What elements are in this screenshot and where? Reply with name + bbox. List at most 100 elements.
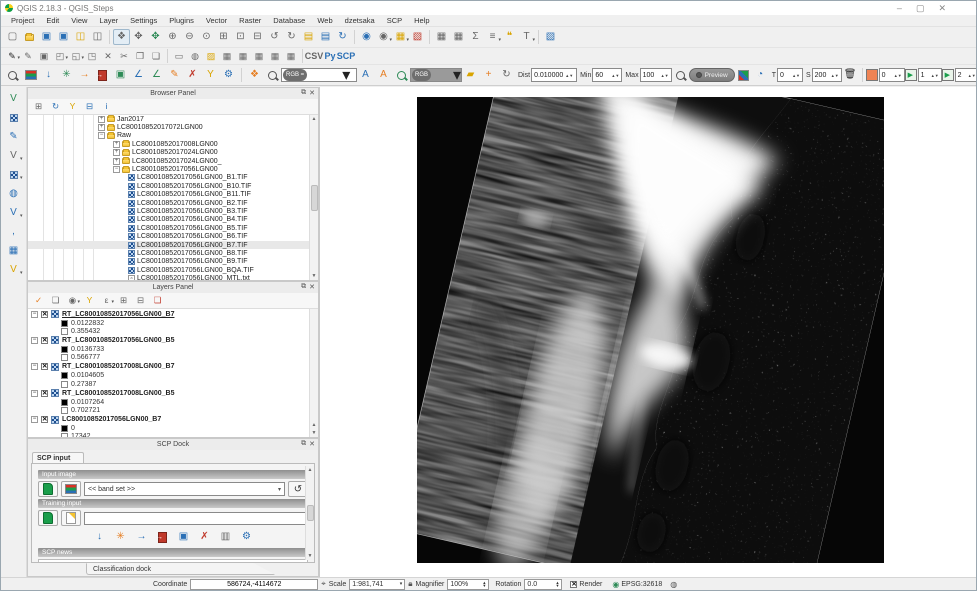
band-set-combo[interactable]: << band set >> ▾ — [84, 482, 285, 496]
plugin-generic-button[interactable]: ▭ — [171, 49, 187, 63]
zoom-to-selection-button[interactable]: ⊡ — [232, 29, 249, 45]
download-images-button[interactable]: ↓ — [40, 67, 57, 83]
tree-expander-icon[interactable]: − — [31, 311, 38, 318]
training-input-field[interactable] — [84, 512, 308, 525]
grid-tool-5-button[interactable]: ▦ — [283, 49, 299, 63]
filter-legend-button[interactable]: Y — [82, 294, 97, 307]
image-plugin-button[interactable]: ▨ — [203, 49, 219, 63]
save-signatures-button[interactable]: ▣ — [112, 67, 129, 83]
collapse-all-layers-button[interactable]: ⊟ — [133, 294, 148, 307]
menu-layer[interactable]: Layer — [93, 16, 124, 25]
open-training-input-button[interactable] — [38, 510, 58, 526]
tree-expander-icon[interactable]: − — [31, 416, 38, 423]
scatter-plot-button[interactable]: ∠ — [148, 67, 165, 83]
browser-item[interactable]: LC80010852017056LGN00_B6.TIF — [28, 232, 318, 240]
save-training-input-button[interactable]: ▣ — [175, 529, 192, 545]
layer-group[interactable]: −✕RT_LC80010852017008LGN00_B50.01072640.… — [28, 388, 318, 414]
layer-name[interactable]: LC80010852017056LGN00_B7 — [62, 416, 161, 423]
menu-vector[interactable]: Vector — [200, 16, 233, 25]
menu-dzetsaka[interactable]: dzetsaka — [339, 16, 381, 25]
signature-tools-button[interactable]: ✗ — [196, 529, 213, 545]
touch-zoom-pan-button[interactable]: ❖ — [113, 29, 130, 45]
scp-plugin-button[interactable]: SCP — [338, 49, 354, 63]
python-console-button[interactable]: Py — [322, 49, 338, 63]
tree-expander-icon[interactable]: + — [98, 116, 105, 123]
add-wcs-layer-button[interactable]: V▾ — [5, 205, 23, 221]
tree-expander-icon[interactable]: + — [98, 124, 105, 131]
browser-item[interactable]: LC80010852017056LGN00_B10.TIF — [28, 182, 318, 190]
preview-zoom-button[interactable] — [672, 67, 689, 83]
open-attribute-table-button[interactable]: ▦ — [433, 29, 450, 45]
rgb-band-combo-2[interactable]: RGB ▾ — [410, 68, 462, 82]
tab-scp-input[interactable]: SCP input — [32, 452, 84, 463]
browser-item[interactable]: +Jan2017 — [28, 115, 318, 123]
browser-item[interactable]: LC80010852017056LGN00_B8.TIF — [28, 249, 318, 257]
browser-item[interactable]: aLC80010852017056LGN00_MTL.txt — [28, 274, 318, 280]
add-feature-button[interactable]: ◰▾ — [52, 49, 68, 63]
class-0-spinner[interactable]: 0▲▼ — [866, 68, 905, 82]
min-spinner[interactable]: 60▲▼ — [592, 68, 622, 82]
new-shapefile-layer-button[interactable]: V — [5, 91, 23, 107]
browser-item[interactable]: LC80010852017056LGN00_B9.TIF — [28, 258, 318, 266]
stretch-stddev-button[interactable]: A — [375, 67, 392, 83]
tree-expander-icon[interactable]: − — [31, 390, 38, 397]
menu-plugins[interactable]: Plugins — [163, 16, 200, 25]
tab-classification-dock[interactable]: Classification dock — [86, 563, 276, 575]
rotation-spinner[interactable]: 0.0 ▲▼ — [524, 579, 562, 590]
save-project-button[interactable]: ▣ — [38, 29, 55, 45]
browser-item[interactable]: LC80010852017056LGN00_B3.TIF — [28, 207, 318, 215]
preview-button[interactable]: Preview — [689, 68, 735, 82]
menu-database[interactable]: Database — [267, 16, 311, 25]
tree-expander-icon[interactable]: + — [113, 141, 120, 148]
select-features-button[interactable]: ▦▾ — [392, 29, 409, 45]
class-2-spinner[interactable]: 2▲▼ — [942, 68, 976, 82]
refresh-map-button[interactable]: ↻ — [334, 29, 351, 45]
close-panel-icon[interactable]: ✕ — [309, 89, 315, 97]
layer-group[interactable]: −✕RT_LC80010852017008LGN00_B70.01046050.… — [28, 362, 318, 388]
browser-item[interactable]: LC80010852017056LGN00_B7.TIF — [28, 241, 318, 249]
filter-browser-button[interactable]: Y — [65, 100, 80, 113]
algorithm-settings-button[interactable]: ⚙ — [220, 67, 237, 83]
mouse-position-icon[interactable]: ⌖ — [321, 579, 326, 589]
float-panel-icon[interactable]: ⧉ — [301, 89, 306, 97]
zoom-last-button[interactable]: ↺ — [266, 29, 283, 45]
close-panel-icon[interactable]: ✕ — [309, 283, 315, 291]
multiple-roi-creation-button[interactable]: ✳ — [112, 529, 129, 545]
map-tips-button[interactable]: ❝ — [501, 29, 518, 45]
deselect-features-button[interactable]: ▧ — [409, 29, 426, 45]
max-spinner[interactable]: 100▲▼ — [640, 68, 672, 82]
open-input-image-button[interactable] — [38, 481, 58, 497]
pan-to-selection-button[interactable]: ✥ — [147, 29, 164, 45]
layer-visibility-checkbox[interactable]: ✕ — [41, 363, 48, 370]
tree-expander-icon[interactable]: − — [98, 132, 105, 139]
pan-map-button[interactable]: ✥ — [130, 29, 147, 45]
layer-group[interactable]: −✕LC80010852017056LGN00_B7017342 — [28, 415, 318, 438]
zoom-out-button[interactable]: ⊖ — [181, 29, 198, 45]
layer-visibility-checkbox[interactable]: ✕ — [41, 390, 48, 397]
filter-by-expression-button[interactable]: ε▾ — [99, 294, 114, 307]
add-raster-layer-button[interactable]: ▾ — [5, 167, 23, 183]
layers-scrollbar[interactable]: ▲▼ — [309, 309, 318, 437]
layer-group[interactable]: −✕RT_LC80010852017056LGN00_B70.01228320.… — [28, 309, 318, 335]
t-spinner[interactable]: 0▲▼ — [777, 68, 803, 82]
new-geopackage-layer-button[interactable]: ✎ — [5, 129, 23, 145]
new-bookmark-button[interactable]: ▤ — [300, 29, 317, 45]
zoom-next-button[interactable]: ↻ — [283, 29, 300, 45]
import-signatures-button[interactable]: → — [133, 529, 150, 545]
composer-manager-button[interactable]: ◫ — [89, 29, 106, 45]
browser-scrollbar[interactable]: ▲▼ — [309, 115, 318, 280]
zoom-to-roi-button[interactable] — [264, 67, 281, 83]
sieve-button[interactable]: Y — [202, 67, 219, 83]
new-raster-layer-button[interactable] — [5, 110, 23, 126]
layer-name[interactable]: RT_LC80010852017056LGN00_B5 — [62, 337, 174, 344]
band-set-button[interactable] — [22, 67, 39, 83]
tree-expander-icon[interactable]: − — [113, 166, 120, 173]
s-spinner[interactable]: 200▲▼ — [812, 68, 842, 82]
export-library-button[interactable] — [94, 67, 111, 83]
import-library-button[interactable]: → — [76, 67, 93, 83]
preview-clock-button[interactable]: ◔ — [752, 67, 769, 83]
paste-features-button[interactable]: ❏ — [148, 49, 164, 63]
browser-item[interactable]: +LC80010852017024LGN00_ — [28, 157, 318, 165]
menu-project[interactable]: Project — [5, 16, 40, 25]
menu-scp[interactable]: SCP — [381, 16, 408, 25]
